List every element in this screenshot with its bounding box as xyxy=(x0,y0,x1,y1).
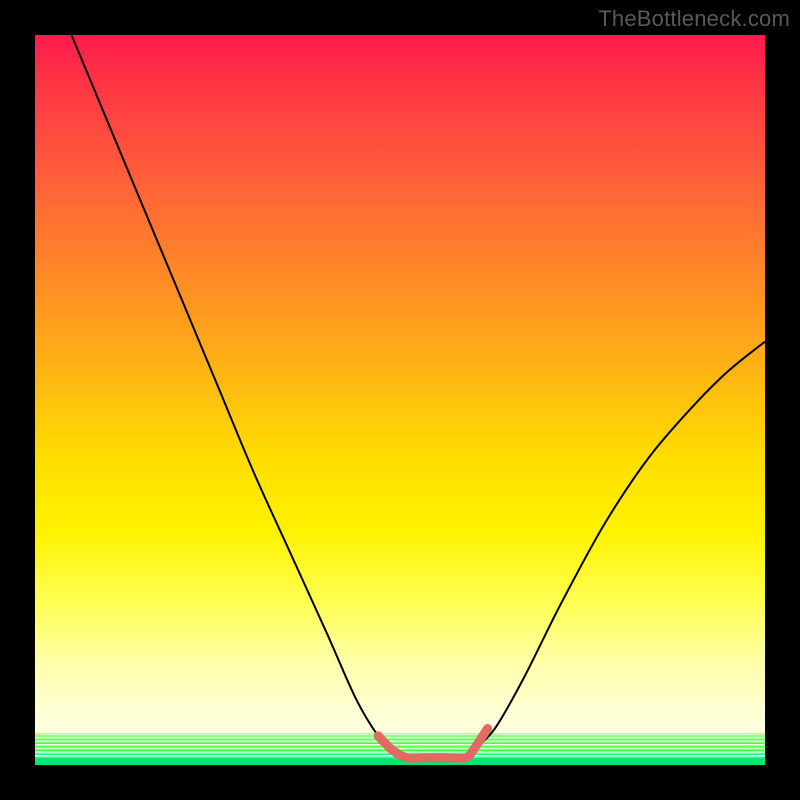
series-marker-band xyxy=(378,729,488,759)
watermark-text: TheBottleneck.com xyxy=(598,6,790,32)
series-right-curve xyxy=(473,342,765,751)
plot-area xyxy=(35,35,765,765)
series-left-curve xyxy=(72,35,393,750)
chart-svg xyxy=(35,35,765,765)
chart-frame: TheBottleneck.com xyxy=(0,0,800,800)
